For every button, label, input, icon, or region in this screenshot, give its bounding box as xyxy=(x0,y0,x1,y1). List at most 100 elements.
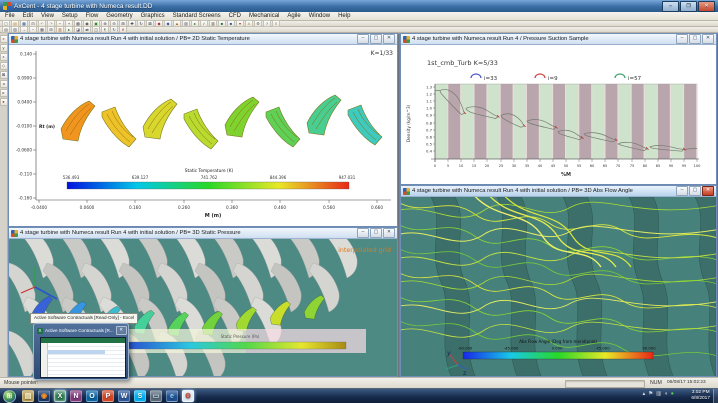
layout-icon[interactable]: ◫ xyxy=(92,26,100,33)
menu-setup[interactable]: Setup xyxy=(62,13,78,19)
probe-icon[interactable]: ▾ xyxy=(236,20,244,27)
fit-all-icon[interactable]: ⊠ xyxy=(0,71,8,79)
animate-icon[interactable]: ▸ xyxy=(65,26,73,33)
taskbar-network-share-icon[interactable]: ▭ xyxy=(150,390,162,402)
menu-view[interactable]: View xyxy=(41,13,54,19)
menu-geometry[interactable]: Geometry xyxy=(106,13,132,19)
maximize-button[interactable]: ▢ xyxy=(370,228,382,238)
tray-sync-green-icon[interactable]: ● xyxy=(671,392,674,398)
taskbar-onenote-icon[interactable]: N xyxy=(70,390,82,402)
vector-plot-icon[interactable]: → xyxy=(20,26,28,33)
app-info-icon[interactable]: ≡ xyxy=(272,20,280,27)
menu-window[interactable]: Window xyxy=(309,13,330,19)
check-convergence-icon[interactable]: ✓ xyxy=(200,20,208,27)
help-icon[interactable]: ? xyxy=(263,20,271,27)
plot-templates-icon[interactable]: ▤ xyxy=(2,26,10,33)
refresh-icon[interactable]: ↻ xyxy=(110,26,118,33)
close-button[interactable]: ✕ xyxy=(702,34,714,44)
preview-close-button[interactable]: ✕ xyxy=(116,326,127,335)
app-restore-button[interactable]: ❐ xyxy=(680,1,697,12)
section-cut-icon[interactable]: ◪ xyxy=(74,26,82,33)
surface-plot-icon[interactable]: ▩ xyxy=(38,26,46,33)
document-icon xyxy=(403,36,410,43)
window-titlebar[interactable]: 4 stage turbine with Numeca result Run 4… xyxy=(9,34,397,45)
excel-row-gutter xyxy=(41,343,48,377)
tray-show-hidden-icon[interactable]: ▴ xyxy=(642,392,645,398)
minimize-button[interactable]: – xyxy=(357,228,369,238)
app-titlebar[interactable]: AxCent - 4 stage turbine with Numeca res… xyxy=(0,0,718,12)
view-x-icon[interactable]: x xyxy=(0,35,8,43)
app-close-button[interactable]: ✕ xyxy=(698,1,715,12)
notes-icon[interactable]: ¶ xyxy=(101,26,109,33)
view-z-icon[interactable]: z xyxy=(0,53,8,61)
streamline-plot-icon[interactable]: ~ xyxy=(29,26,37,33)
pan-icon[interactable]: ✚ xyxy=(128,20,136,27)
export-excel-icon[interactable]: ■ xyxy=(218,20,226,27)
taskbar-firefox-icon[interactable]: ◉ xyxy=(38,390,50,402)
rotate-view-icon[interactable]: ↻ xyxy=(137,20,145,27)
maximize-button[interactable]: ▢ xyxy=(689,34,701,44)
marker-icon[interactable]: ● xyxy=(0,98,8,106)
run-solver-icon[interactable]: ▸ xyxy=(191,20,199,27)
close-button[interactable]: ✕ xyxy=(702,186,714,196)
menu-flow[interactable]: Flow xyxy=(86,13,99,19)
plot-bands xyxy=(435,84,697,159)
fit-view-icon[interactable]: ⊠ xyxy=(146,20,154,27)
contour-plot-icon[interactable]: ▨ xyxy=(11,26,19,33)
tray-volume-icon[interactable]: ◖ xyxy=(664,392,667,398)
export-word-icon[interactable]: ■ xyxy=(227,20,235,27)
taskbar-axcent-icon[interactable]: ⚙ xyxy=(182,390,194,402)
previous-view-icon[interactable]: ◂ xyxy=(0,80,8,88)
compare-icon[interactable]: ⇄ xyxy=(83,26,91,33)
iso-view-icon[interactable]: ◇ xyxy=(0,62,8,70)
window-titlebar[interactable]: 4 stage turbine with Numeca result Run 4… xyxy=(9,228,397,239)
menu-graphics[interactable]: Graphics xyxy=(141,13,165,19)
menu-cfd[interactable]: CFD xyxy=(229,13,241,19)
window-titlebar[interactable]: 4 stage turbine with Numeca result Run 4… xyxy=(401,34,716,45)
menu-standard-screens[interactable]: Standard Screens xyxy=(173,13,221,19)
blade-design-icon[interactable]: ▲ xyxy=(173,20,181,27)
svg-text:65: 65 xyxy=(603,164,608,168)
flow-mode-icon[interactable]: ◆ xyxy=(164,20,172,27)
window-titlebar[interactable]: 4 stage turbine with Numeca result Run 4… xyxy=(401,186,716,197)
menu-mechanical[interactable]: Mechanical xyxy=(249,13,279,19)
colormap-icon[interactable]: ▥ xyxy=(56,26,64,33)
minimize-button[interactable]: – xyxy=(676,34,688,44)
view-y-icon[interactable]: y xyxy=(0,44,8,52)
svg-text:20: 20 xyxy=(485,164,490,168)
maximize-button[interactable]: ▢ xyxy=(370,34,382,44)
excel-preview-popup[interactable]: X Active Software Contractuals [R... ✕ xyxy=(33,323,129,380)
taskbar-clock[interactable]: 3:02 PM 6/8/2017 xyxy=(691,390,710,402)
taskbar-word-icon[interactable]: W xyxy=(118,390,130,402)
clock-date: 6/8/2017 xyxy=(691,396,710,402)
app-minimize-button[interactable]: – xyxy=(662,1,679,12)
geometry-mode-icon[interactable]: ◆ xyxy=(155,20,163,27)
taskbar-explorer-icon[interactable]: ▤ xyxy=(22,390,34,402)
settings-icon[interactable]: ⚙ xyxy=(254,20,262,27)
taskbar-skype-icon[interactable]: S xyxy=(134,390,146,402)
close-button[interactable]: ✕ xyxy=(383,228,395,238)
tray-flag-icon[interactable]: ⚑ xyxy=(648,392,653,398)
close-button[interactable]: ✕ xyxy=(383,34,395,44)
minimize-button[interactable]: – xyxy=(676,186,688,196)
close-all-icon[interactable]: ✕ xyxy=(119,26,127,33)
taskbar-internet-explorer-icon[interactable]: e xyxy=(166,390,178,402)
report-icon[interactable]: ▥ xyxy=(209,20,217,27)
show-desktop-button[interactable] xyxy=(713,389,718,403)
mesh-view-icon[interactable]: ▧ xyxy=(182,20,190,27)
grid-toggle-icon[interactable]: ⊞ xyxy=(47,26,55,33)
menu-file[interactable]: File xyxy=(5,13,15,19)
start-button[interactable]: ⊞ xyxy=(3,390,16,403)
annotate-icon[interactable]: A xyxy=(245,20,253,27)
menu-edit[interactable]: Edit xyxy=(23,13,33,19)
excel-thumbnail[interactable] xyxy=(40,337,126,378)
menu-agile[interactable]: Agile xyxy=(287,13,300,19)
minimize-button[interactable]: – xyxy=(357,34,369,44)
tray-network-icon[interactable]: ▥ xyxy=(656,392,661,398)
taskbar-outlook-icon[interactable]: O xyxy=(86,390,98,402)
taskbar-powerpoint-icon[interactable]: P xyxy=(102,390,114,402)
menu-help[interactable]: Help xyxy=(338,13,350,19)
next-view-icon[interactable]: ▸ xyxy=(0,89,8,97)
taskbar-excel-icon[interactable]: X xyxy=(54,390,66,402)
maximize-button[interactable]: ▢ xyxy=(689,186,701,196)
